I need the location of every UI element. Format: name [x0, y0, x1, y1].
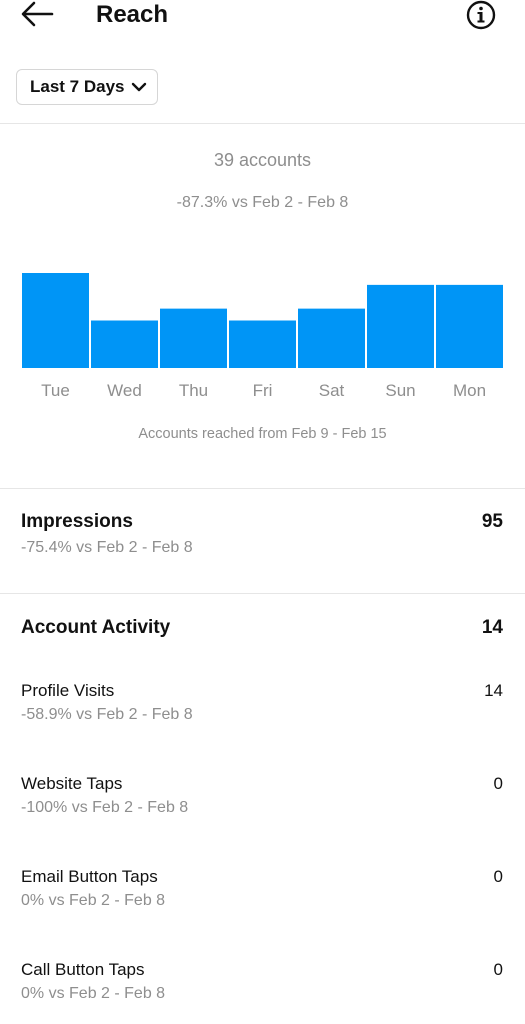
chart-caption: Accounts reached from Feb 9 - Feb 15 — [138, 426, 387, 442]
bar-thu — [160, 308, 227, 368]
reach-comparison: -87.3% vs Feb 2 - Feb 8 — [176, 194, 349, 211]
metric-label: Website Taps — [21, 774, 123, 793]
back-button[interactable] — [18, 0, 58, 30]
section-divider — [0, 488, 525, 489]
bar-sat — [298, 308, 365, 368]
date-range-dropdown[interactable]: Last 7 Days — [16, 69, 158, 105]
metric-value: 0 — [493, 774, 503, 793]
x-tick-label: Thu — [179, 381, 208, 400]
impressions-title: Impressions — [21, 511, 133, 532]
x-tick-label: Sat — [319, 381, 345, 400]
metric-label: Call Button Taps — [21, 960, 145, 979]
bar-sun — [367, 284, 434, 368]
x-tick-label: Fri — [253, 381, 273, 400]
chevron-down-icon — [131, 82, 146, 92]
reach-bar-chart: Tue Wed Thu Fri Sat Sun Mon — [22, 273, 503, 400]
metric-value: 0 — [493, 960, 503, 979]
date-range-label: Last 7 Days — [30, 77, 125, 96]
metric-value: 14 — [484, 681, 503, 700]
bar-wed — [91, 320, 158, 368]
metric-comparison: -58.9% vs Feb 2 - Feb 8 — [21, 706, 193, 723]
x-tick-label: Tue — [41, 381, 70, 400]
x-tick-label: Wed — [107, 381, 142, 400]
info-button[interactable] — [464, 0, 498, 32]
section-divider — [0, 123, 525, 124]
top-bar: Reach — [0, 0, 525, 36]
impressions-value: 95 — [481, 511, 503, 532]
impressions-comparison: -75.4% vs Feb 2 - Feb 8 — [21, 539, 193, 556]
metric-label: Profile Visits — [21, 681, 115, 700]
bar-mon — [436, 284, 503, 368]
bar-tue — [22, 273, 89, 368]
account-activity-value: 14 — [481, 617, 503, 638]
x-tick-label: Sun — [385, 381, 415, 400]
bar-fri — [229, 320, 296, 368]
metric-comparison: -100% vs Feb 2 - Feb 8 — [21, 799, 189, 816]
arrow-left-icon — [21, 1, 54, 27]
account-activity-title: Account Activity — [21, 617, 171, 638]
page-title: Reach — [96, 1, 169, 28]
metric-comparison: 0% vs Feb 2 - Feb 8 — [21, 892, 166, 909]
x-tick-label: Mon — [453, 381, 486, 400]
info-circle-icon — [466, 0, 496, 30]
reach-total: 39 accounts — [213, 150, 312, 170]
metric-comparison: 0% vs Feb 2 - Feb 8 — [21, 985, 166, 1002]
metric-value: 0 — [493, 867, 503, 886]
section-divider — [0, 593, 525, 594]
metric-label: Email Button Taps — [21, 867, 158, 886]
